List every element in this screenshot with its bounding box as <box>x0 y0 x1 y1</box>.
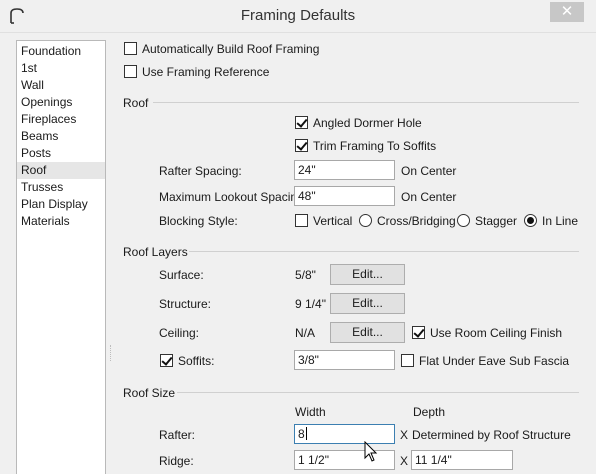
roof-size-group-title: Roof Size <box>123 386 176 400</box>
auto-build-label: Automatically Build Roof Framing <box>142 42 320 56</box>
surface-edit-button[interactable]: Edit... <box>330 264 405 285</box>
text-caret <box>305 427 307 440</box>
sidebar-item-posts[interactable]: Posts <box>17 145 105 162</box>
structure-edit-button[interactable]: Edit... <box>330 293 405 314</box>
ridge-label: Ridge: <box>159 454 194 468</box>
depth-header: Depth <box>413 405 446 419</box>
sidebar-item-beams[interactable]: Beams <box>17 128 105 145</box>
lookout-spacing-input[interactable]: 48" <box>294 186 395 206</box>
sidebar-item-materials[interactable]: Materials <box>17 213 105 230</box>
window-title: Framing Defaults <box>240 7 356 24</box>
room-ceiling-label: Use Room Ceiling Finish <box>430 326 563 340</box>
sidebar-item-1st[interactable]: 1st <box>17 60 105 77</box>
blocking-vertical-label: Vertical <box>313 214 353 228</box>
flat-eave-label: Flat Under Eave Sub Fascia <box>419 354 570 368</box>
framing-reference-checkbox[interactable] <box>124 65 137 78</box>
close-button[interactable]: ✕ <box>550 2 584 22</box>
ridge-width-input[interactable]: 1 1/2" <box>294 450 395 470</box>
group-divider <box>153 102 579 103</box>
sidebar-item-plan-display[interactable]: Plan Display <box>17 196 105 213</box>
blocking-cross-radio[interactable] <box>359 214 372 227</box>
blocking-inline-label: In Line <box>542 214 579 228</box>
group-divider <box>189 251 579 252</box>
blocking-cross-label: Cross/Bridging <box>377 214 456 228</box>
splitter-handle[interactable] <box>110 345 112 361</box>
structure-label: Structure: <box>159 297 212 311</box>
ceiling-label: Ceiling: <box>159 326 200 340</box>
rafter-width-input[interactable]: 8 <box>294 424 395 444</box>
rafter-spacing-label: Rafter Spacing: <box>159 164 242 178</box>
group-divider <box>177 392 579 393</box>
blocking-stagger-radio[interactable] <box>457 214 470 227</box>
sidebar-item-trusses[interactable]: Trusses <box>17 179 105 196</box>
blocking-style-label: Blocking Style: <box>159 214 238 228</box>
soffits-label: Soffits: <box>178 354 215 368</box>
sidebar-item-roof[interactable]: Roof <box>17 162 105 179</box>
sidebar-item-fireplaces[interactable]: Fireplaces <box>17 111 105 128</box>
rafter-spacing-suffix: On Center <box>401 164 457 178</box>
ridge-depth-input[interactable]: 11 1/4" <box>411 450 513 470</box>
roof-group-title: Roof <box>123 96 149 110</box>
surface-label: Surface: <box>159 268 204 282</box>
sidebar-item-openings[interactable]: Openings <box>17 94 105 111</box>
roof-layers-group-title: Roof Layers <box>123 245 188 259</box>
trim-soffits-label: Trim Framing To Soffits <box>313 139 437 153</box>
blocking-inline-radio[interactable] <box>524 214 537 227</box>
lookout-spacing-suffix: On Center <box>401 190 457 204</box>
rafter-spacing-input[interactable]: 24" <box>294 160 395 180</box>
category-list: Foundation 1st Wall Openings Fireplaces … <box>16 40 106 474</box>
soffits-checkbox[interactable] <box>160 354 173 367</box>
blocking-stagger-label: Stagger <box>475 214 518 228</box>
lookout-spacing-label: Maximum Lookout Spacing: <box>159 190 308 204</box>
surface-value: 5/8" <box>295 268 316 282</box>
framing-reference-label: Use Framing Reference <box>142 65 270 79</box>
blocking-vertical-checkbox[interactable] <box>295 214 308 227</box>
rafter-label: Rafter: <box>159 428 196 442</box>
rafter-depth: Determined by Roof Structure <box>412 428 571 442</box>
sidebar-item-foundation[interactable]: Foundation <box>17 43 105 60</box>
rafter-width-value: 8 <box>298 427 305 441</box>
auto-build-checkbox[interactable] <box>124 42 137 55</box>
soffits-input[interactable]: 3/8" <box>294 350 395 370</box>
ceiling-edit-button[interactable]: Edit... <box>330 322 405 343</box>
angled-dormer-checkbox[interactable] <box>295 116 308 129</box>
sidebar-item-wall[interactable]: Wall <box>17 77 105 94</box>
trim-soffits-checkbox[interactable] <box>295 139 308 152</box>
flat-eave-checkbox[interactable] <box>401 354 414 367</box>
title-bar: Framing Defaults ✕ <box>0 0 596 33</box>
angled-dormer-label: Angled Dormer Hole <box>313 116 422 130</box>
rafter-x: X <box>400 428 409 442</box>
ridge-x: X <box>400 454 409 468</box>
room-ceiling-checkbox[interactable] <box>412 326 425 339</box>
structure-value: 9 1/4" <box>295 297 326 311</box>
width-header: Width <box>295 405 326 419</box>
ceiling-value: N/A <box>295 326 316 340</box>
mouse-pointer-icon <box>364 441 378 462</box>
